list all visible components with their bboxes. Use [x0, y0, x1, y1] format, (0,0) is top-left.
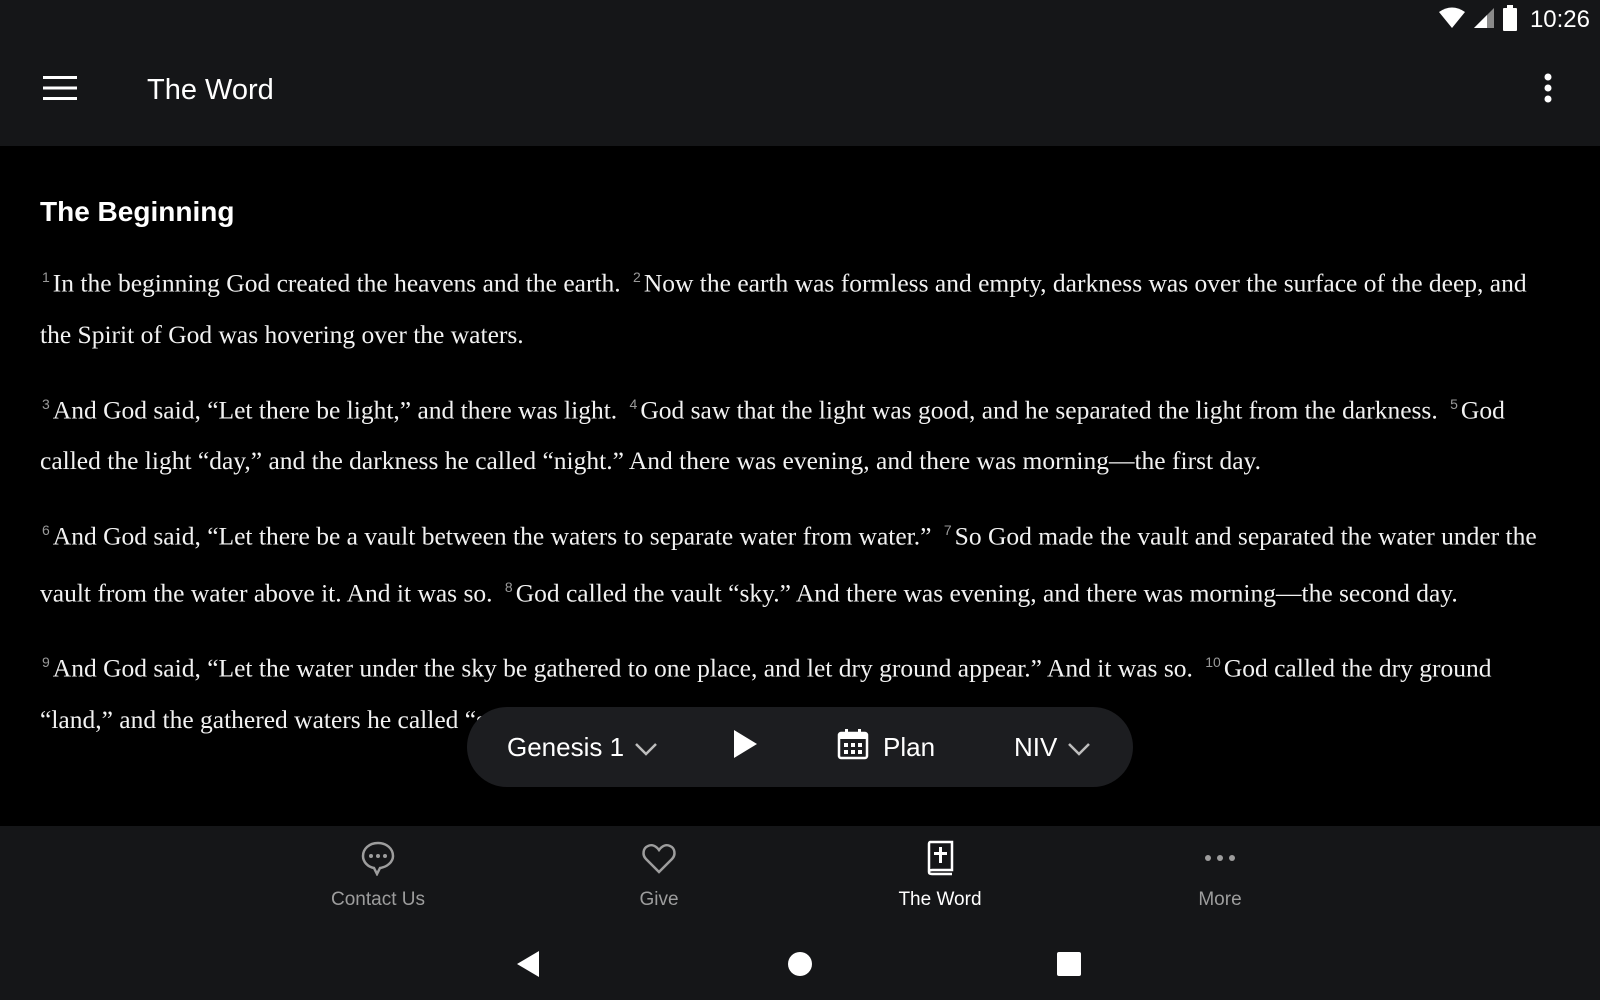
nav-more[interactable]: More: [1130, 840, 1310, 922]
verse-text[interactable]: And God said, “Let the water under the s…: [53, 654, 1193, 683]
overflow-menu-button[interactable]: [1524, 66, 1572, 114]
chat-bubble-icon: [360, 840, 396, 881]
more-horizontal-icon: [1202, 840, 1238, 881]
verse-number: 2: [633, 269, 641, 285]
wifi-icon: [1438, 6, 1466, 35]
plan-label: Plan: [883, 731, 936, 762]
more-vertical-icon: [1543, 73, 1553, 108]
book-chapter-label: Genesis 1: [507, 731, 625, 762]
verse-number: 10: [1205, 654, 1221, 670]
verse-number: 8: [504, 578, 513, 595]
chevron-down-icon: [634, 732, 658, 763]
back-icon: [515, 949, 541, 984]
paragraph: 1 In the beginning God created the heaven…: [40, 252, 1560, 360]
verse-text[interactable]: And God said, “Let there be a vault betw…: [53, 522, 932, 551]
reader-toolbar: Genesis 1 Plan NIV: [467, 707, 1133, 787]
system-back-button[interactable]: [506, 944, 550, 988]
system-home-button[interactable]: [778, 944, 822, 988]
verse-number: 6: [42, 522, 50, 538]
verse-number: 3: [42, 395, 50, 412]
nav-label: Contact Us: [331, 889, 425, 910]
home-icon: [787, 951, 813, 982]
passage: 1 In the beginning God created the heaven…: [40, 252, 1560, 764]
version-label: NIV: [1014, 731, 1058, 762]
verse-number: 1: [42, 269, 50, 285]
nav-contact-us[interactable]: Contact Us: [288, 840, 468, 922]
nav-the-word[interactable]: The Word: [850, 840, 1030, 922]
verse-text[interactable]: God saw that the light was good, and he …: [640, 395, 1437, 424]
cellular-signal-icon: [1472, 6, 1496, 35]
paragraph: 3 And God said, “Let there be light,” and…: [40, 379, 1560, 487]
plan-button[interactable]: Plan: [837, 717, 945, 777]
bottom-navigation: Contact Us Give The Word More: [0, 826, 1600, 930]
nav-give[interactable]: Give: [569, 840, 749, 922]
verse-number: 9: [42, 654, 50, 670]
app-bar: The Word: [0, 40, 1600, 146]
verse-text[interactable]: God called the vault “sky.” And there wa…: [516, 578, 1458, 607]
verse-number: 5: [1450, 395, 1458, 412]
hamburger-menu-icon: [43, 75, 77, 105]
nav-label: More: [1198, 889, 1242, 910]
bible-icon: [922, 840, 958, 881]
system-navigation-bar: [0, 930, 1600, 1000]
version-selector[interactable]: NIV: [1014, 717, 1091, 777]
menu-button[interactable]: [36, 66, 84, 114]
verse-number: 7: [943, 522, 952, 538]
system-recents-button[interactable]: [1047, 944, 1091, 988]
battery-icon: [1502, 4, 1518, 36]
heart-icon: [641, 840, 677, 881]
status-bar: 10:26: [0, 0, 1600, 40]
recents-icon: [1056, 951, 1082, 982]
section-heading: The Beginning: [40, 196, 235, 227]
app-title: The Word: [147, 74, 274, 106]
play-audio-button[interactable]: [732, 717, 758, 777]
verse-text[interactable]: And God said, “Let there be light,” and …: [53, 395, 617, 424]
paragraph: 6 And God said, “Let there be a vault bet…: [40, 505, 1560, 618]
calendar-icon: [837, 728, 869, 767]
nav-label: Give: [639, 889, 679, 910]
status-icons: 10:26: [1438, 4, 1590, 36]
nav-label: The Word: [898, 889, 982, 910]
verse-number: 4: [629, 395, 638, 412]
status-time: 10:26: [1529, 6, 1590, 33]
play-icon: [732, 729, 758, 766]
chevron-down-icon: [1067, 732, 1091, 763]
book-chapter-selector[interactable]: Genesis 1: [507, 717, 658, 777]
verse-text[interactable]: In the beginning God created the heavens…: [53, 269, 621, 298]
